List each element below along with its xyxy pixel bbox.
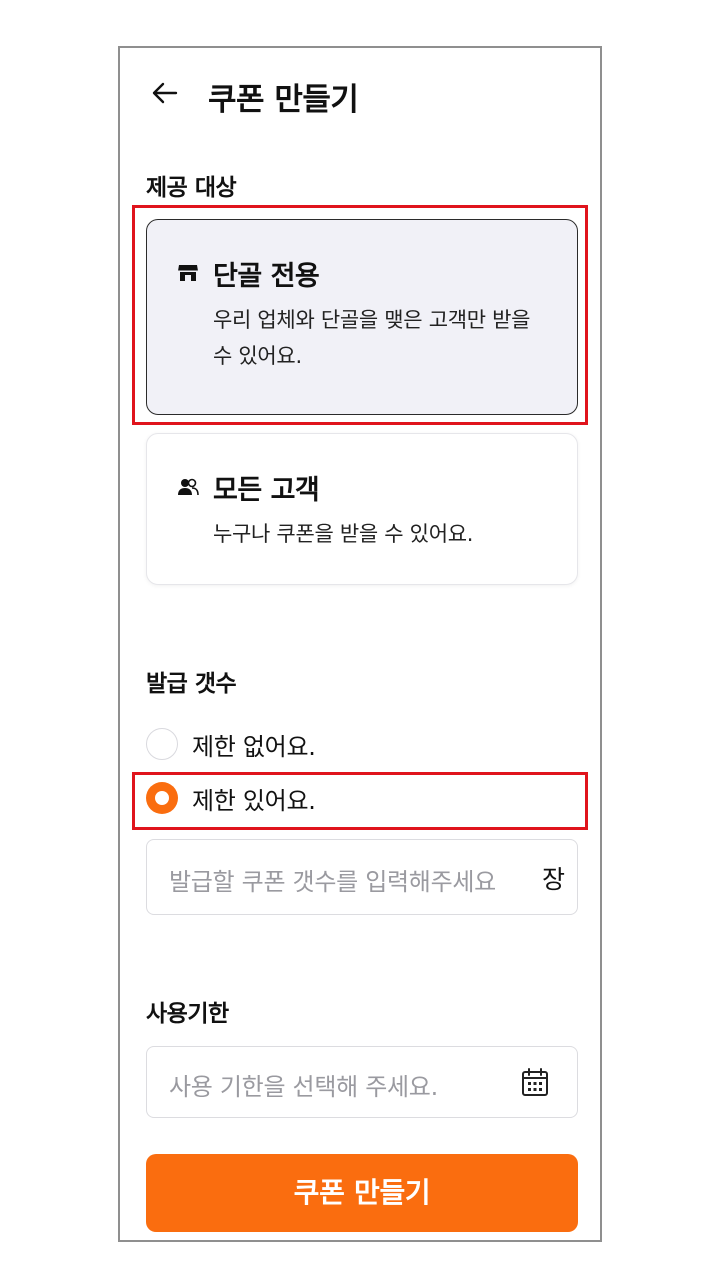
- create-coupon-button[interactable]: 쿠폰 만들기: [146, 1154, 578, 1232]
- target-option-all[interactable]: 모든 고객 누구나 쿠폰을 받을 수 있어요.: [146, 433, 578, 585]
- issue-option-limited[interactable]: 제한 있어요.: [146, 778, 316, 818]
- expiry-placeholder: 사용 기한을 선택해 주세요.: [169, 1073, 438, 1101]
- target-option-title: 모든 고객: [213, 475, 320, 506]
- target-option-regulars[interactable]: 단골 전용 우리 업체와 단골을 맺은 고객만 받을 수 있어요.: [146, 219, 578, 415]
- count-unit-label: 장: [541, 865, 565, 894]
- expiry-section-label: 사용기한: [146, 1001, 229, 1027]
- radio-limited[interactable]: [146, 782, 178, 814]
- coupon-count-placeholder: 발급할 쿠폰 갯수를 입력해주세요: [169, 868, 496, 896]
- storefront-icon: [178, 265, 198, 281]
- people-icon: [178, 478, 199, 496]
- placeholder-clip: 발급할 쿠폰 갯수를 입력해주세요: [147, 840, 507, 914]
- arrow-left-icon: [152, 82, 178, 104]
- app-screen: 쿠폰 만들기 제공 대상 단골 전용 우리 업체와 단골을 맺은 고객만 받을 …: [118, 46, 602, 1242]
- issue-option-label: 제한 있어요.: [192, 786, 316, 815]
- back-button[interactable]: [148, 76, 182, 110]
- page-title: 쿠폰 만들기: [208, 82, 359, 118]
- target-section-label: 제공 대상: [146, 175, 237, 201]
- coupon-count-input[interactable]: 발급할 쿠폰 갯수를 입력해주세요 장: [146, 839, 578, 915]
- issue-section-label: 발급 갯수: [146, 671, 237, 697]
- target-option-title: 단골 전용: [213, 261, 320, 292]
- radio-unlimited[interactable]: [146, 728, 178, 760]
- issue-option-unlimited[interactable]: 제한 없어요.: [146, 724, 316, 764]
- expiry-date-input[interactable]: 사용 기한을 선택해 주세요.: [146, 1046, 578, 1118]
- calendar-icon[interactable]: [521, 1067, 549, 1097]
- issue-option-label: 제한 없어요.: [192, 732, 316, 761]
- target-option-desc: 누구나 쿠폰을 받을 수 있어요.: [213, 522, 474, 546]
- target-option-desc: 우리 업체와 단골을 맺은 고객만 받을 수 있어요.: [213, 308, 531, 368]
